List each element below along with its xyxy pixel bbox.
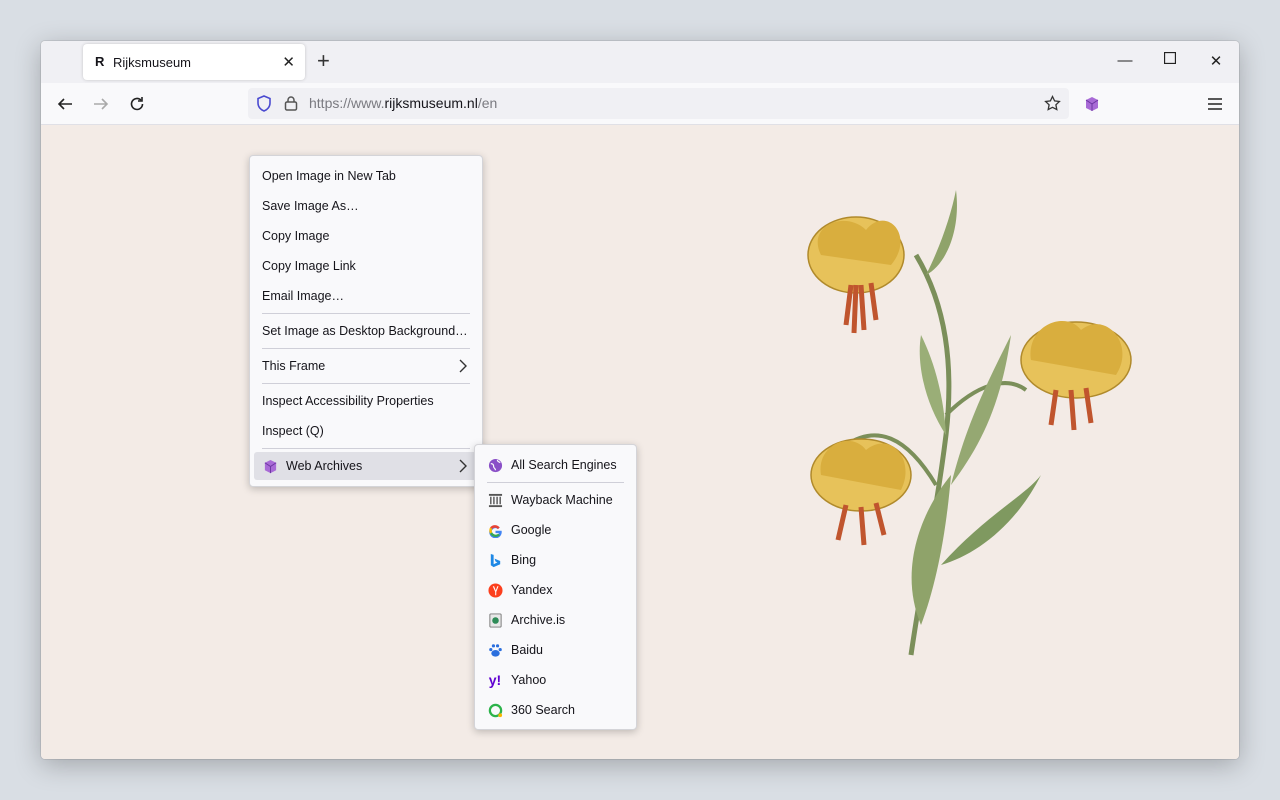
url-text[interactable]: https://www.rijksmuseum.nl/en <box>309 95 497 111</box>
web-archives-submenu: All Search Engines Wayback Machine Googl… <box>474 444 637 730</box>
submenu-yahoo[interactable]: y! Yahoo <box>479 666 632 694</box>
new-tab-icon[interactable]: + <box>317 50 330 72</box>
tab-favicon: R <box>95 54 105 69</box>
menu-set-desktop-background[interactable]: Set Image as Desktop Background… <box>254 317 478 345</box>
submenu-yandex[interactable]: Yandex <box>479 576 632 604</box>
url-bar[interactable]: https://www.rijksmuseum.nl/en <box>248 88 1069 119</box>
menu-save-image-as[interactable]: Save Image As… <box>254 192 478 220</box>
menu-separator <box>262 383 470 384</box>
baidu-icon <box>487 642 503 658</box>
submenu-wayback-machine[interactable]: Wayback Machine <box>479 486 632 514</box>
google-icon <box>487 522 503 538</box>
yandex-icon <box>487 582 503 598</box>
menu-this-frame[interactable]: This Frame <box>254 352 478 380</box>
minimize-icon[interactable]: — <box>1115 52 1135 69</box>
image-context-menu: Open Image in New Tab Save Image As… Cop… <box>249 155 483 487</box>
menu-copy-image-link[interactable]: Copy Image Link <box>254 252 478 280</box>
menu-open-image-new-tab[interactable]: Open Image in New Tab <box>254 162 478 190</box>
submenu-360-search[interactable]: 360 Search <box>479 696 632 724</box>
submenu-bing[interactable]: Bing <box>479 546 632 574</box>
submenu-separator <box>487 482 624 483</box>
close-window-icon[interactable]: ✕ <box>1206 52 1226 70</box>
chevron-right-icon <box>458 459 468 476</box>
menu-inspect[interactable]: Inspect (Q) <box>254 417 478 445</box>
close-tab-icon[interactable]: ✕ <box>282 53 295 71</box>
menu-separator <box>262 348 470 349</box>
submenu-all-search-engines[interactable]: All Search Engines <box>479 451 632 479</box>
menu-web-archives[interactable]: Web Archives <box>254 452 478 480</box>
bing-icon <box>487 552 503 568</box>
lily-flower-top <box>807 216 905 334</box>
forward-icon[interactable] <box>89 92 113 116</box>
menu-inspect-accessibility[interactable]: Inspect Accessibility Properties <box>254 387 478 415</box>
archive-building-icon <box>487 492 503 508</box>
yahoo-icon: y! <box>488 672 502 688</box>
navigation-toolbar: https://www.rijksmuseum.nl/en <box>41 83 1239 125</box>
maximize-icon[interactable] <box>1160 51 1180 68</box>
lily-flower-right <box>1020 321 1132 431</box>
reload-icon[interactable] <box>125 92 149 116</box>
hamburger-menu-icon[interactable] <box>1203 92 1227 116</box>
menu-copy-image[interactable]: Copy Image <box>254 222 478 250</box>
menu-email-image[interactable]: Email Image… <box>254 282 478 310</box>
tab-bar: R Rijksmuseum ✕ + — ✕ <box>41 41 1239 83</box>
submenu-google[interactable]: Google <box>479 516 632 544</box>
web-archives-cube-icon <box>262 458 278 474</box>
chevron-right-icon <box>458 359 468 376</box>
lock-icon[interactable] <box>284 95 298 116</box>
archive-is-icon <box>487 612 503 628</box>
tab-rijksmuseum[interactable]: R Rijksmuseum ✕ <box>83 44 305 80</box>
globe-icon <box>487 457 503 473</box>
menu-separator <box>262 313 470 314</box>
lily-flower-left <box>810 438 912 546</box>
tab-title: Rijksmuseum <box>113 55 192 70</box>
browser-window: R Rijksmuseum ✕ + — ✕ https://www.rijksm… <box>41 41 1239 759</box>
submenu-baidu[interactable]: Baidu <box>479 636 632 664</box>
menu-separator <box>262 448 470 449</box>
web-archives-extension-icon[interactable] <box>1080 92 1104 116</box>
shield-icon[interactable] <box>256 95 272 117</box>
bookmark-star-icon[interactable] <box>1044 94 1061 117</box>
submenu-archive-is[interactable]: Archive.is <box>479 606 632 634</box>
back-icon[interactable] <box>53 92 77 116</box>
page-content <box>41 125 1239 759</box>
360-search-icon <box>487 702 503 718</box>
lily-illustration[interactable] <box>776 185 1166 685</box>
